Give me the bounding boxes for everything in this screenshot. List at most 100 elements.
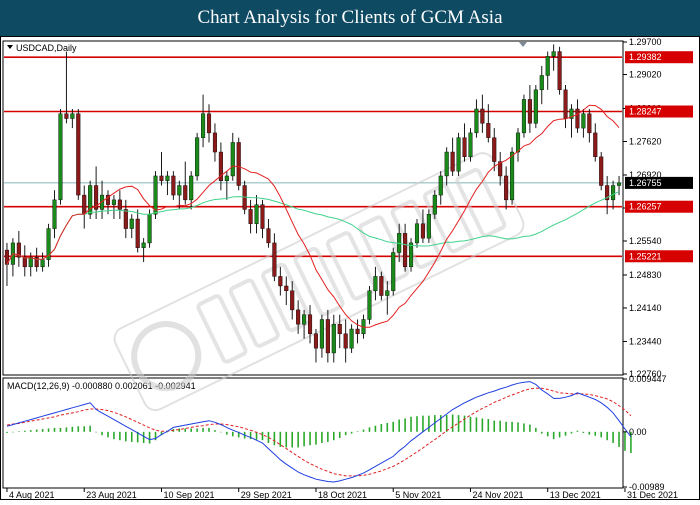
candle-bull	[468, 132, 473, 158]
macd-histogram-bar	[226, 431, 228, 435]
candle-bull	[444, 151, 449, 177]
candle-bear	[355, 328, 360, 335]
candle-bear	[486, 123, 491, 138]
macd-histogram-bar	[523, 423, 525, 432]
candle-bear	[260, 204, 265, 229]
macd-histogram-bar	[481, 418, 484, 432]
price-level-label: 1.28247	[629, 107, 662, 117]
candle-bear	[575, 108, 580, 129]
time-tick-label: 24 Nov 2021	[472, 490, 523, 500]
macd-histogram-bar	[321, 431, 323, 443]
price-tick-label: 1.24140	[629, 303, 662, 313]
candle-bull	[581, 113, 586, 129]
price-tick-label: 1.29020	[629, 70, 662, 80]
macd-histogram-bar	[23, 430, 26, 432]
macd-histogram-bar	[344, 431, 347, 436]
macd-histogram-bar	[202, 427, 204, 432]
candle-bear	[480, 108, 485, 124]
macd-histogram-bar	[83, 426, 86, 432]
chart-svg: USDCAD,Daily MACD(12,26,9) -0.000880 0.0…	[0, 36, 700, 500]
macd-histogram-bar	[184, 428, 187, 432]
candle-bull	[195, 137, 200, 177]
macd-histogram-bar	[392, 421, 395, 432]
macd-histogram-bar	[487, 418, 490, 432]
candle-bull	[177, 185, 182, 196]
candle-bull	[141, 242, 146, 248]
time-tick-label: 13 Dec 2021	[550, 490, 601, 500]
macd-histogram-bar	[428, 415, 430, 432]
macd-histogram-bar	[41, 429, 44, 432]
macd-histogram-bar	[380, 424, 383, 432]
macd-histogram-bar	[493, 420, 496, 432]
macd-histogram-bar	[53, 427, 56, 432]
candle-bull	[331, 324, 336, 354]
chart-frame: USDCAD,Daily MACD(12,26,9) -0.000880 0.0…	[0, 36, 700, 500]
macd-histogram-bar	[582, 431, 585, 433]
candle-bear	[22, 257, 27, 268]
macd-histogram-bar	[89, 425, 91, 432]
macd-histogram-bar	[356, 431, 359, 432]
macd-histogram-bar	[291, 431, 294, 448]
macd-histogram-bar	[558, 431, 561, 438]
price-tick-label: 1.25540	[629, 236, 662, 246]
macd-histogram-bar	[529, 424, 531, 432]
candle-bull	[611, 185, 616, 201]
symbol-label: USDCAD,Daily	[16, 43, 77, 53]
macd-histogram-bar	[6, 431, 8, 433]
macd-histogram-bar	[59, 427, 62, 432]
candle-bear	[313, 333, 319, 349]
macd-histogram-bar	[416, 416, 418, 432]
candle-bear	[420, 223, 425, 239]
macd-histogram-bar	[107, 431, 109, 438]
price-tick-label: 1.27620	[629, 137, 662, 147]
macd-histogram-bar	[600, 431, 603, 438]
candle-bear	[266, 228, 271, 244]
candle-bull	[224, 175, 229, 181]
macd-tick-label: 0.00	[629, 427, 647, 437]
candle-bull	[515, 132, 521, 153]
candle-bull	[533, 89, 538, 124]
macd-histogram-bar	[517, 422, 519, 432]
candle-bull	[189, 175, 194, 201]
macd-histogram-bar	[350, 431, 353, 434]
candle-bull	[385, 290, 390, 296]
macd-histogram-bar	[570, 431, 573, 434]
macd-histogram-bar	[618, 431, 620, 447]
macd-histogram-bar	[125, 431, 127, 442]
macd-histogram-bar	[231, 431, 234, 437]
candle-bear	[236, 142, 241, 186]
macd-histogram-bar	[220, 431, 222, 433]
macd-histogram-bar	[505, 421, 507, 432]
macd-histogram-bar	[410, 416, 412, 432]
macd-histogram-bar	[552, 431, 555, 440]
price-level-label: 1.29382	[629, 52, 662, 62]
candle-bull	[302, 314, 307, 325]
macd-histogram-bar	[35, 429, 38, 432]
candle-bull	[551, 51, 556, 57]
macd-histogram-bar	[214, 430, 216, 432]
candle-bull	[28, 257, 33, 268]
macd-histogram-bar	[594, 431, 597, 436]
time-tick-label: 4 Aug 2021	[9, 490, 55, 500]
candle-bull	[129, 218, 134, 229]
candle-bear	[248, 209, 253, 224]
candle-bull	[510, 151, 515, 201]
macd-histogram-bar	[540, 431, 543, 434]
macd-histogram-bar	[624, 431, 626, 451]
candle-bear	[307, 314, 313, 335]
macd-histogram-bar	[208, 427, 210, 432]
candle-bull	[147, 214, 152, 244]
candle-bull	[52, 199, 57, 229]
price-level-label: 1.26257	[629, 202, 662, 212]
candle-bear	[171, 175, 176, 196]
macd-histogram-bar	[297, 431, 299, 448]
candle-bull	[545, 56, 550, 76]
macd-histogram-bar	[445, 415, 448, 432]
candle-bear	[587, 113, 592, 134]
current-price-label: 1.26755	[629, 178, 662, 188]
macd-histogram-bar	[65, 427, 68, 432]
candle-bear	[296, 309, 301, 325]
candle-bear	[123, 209, 128, 229]
candle-bull	[391, 252, 396, 291]
macd-histogram-bar	[338, 431, 341, 438]
